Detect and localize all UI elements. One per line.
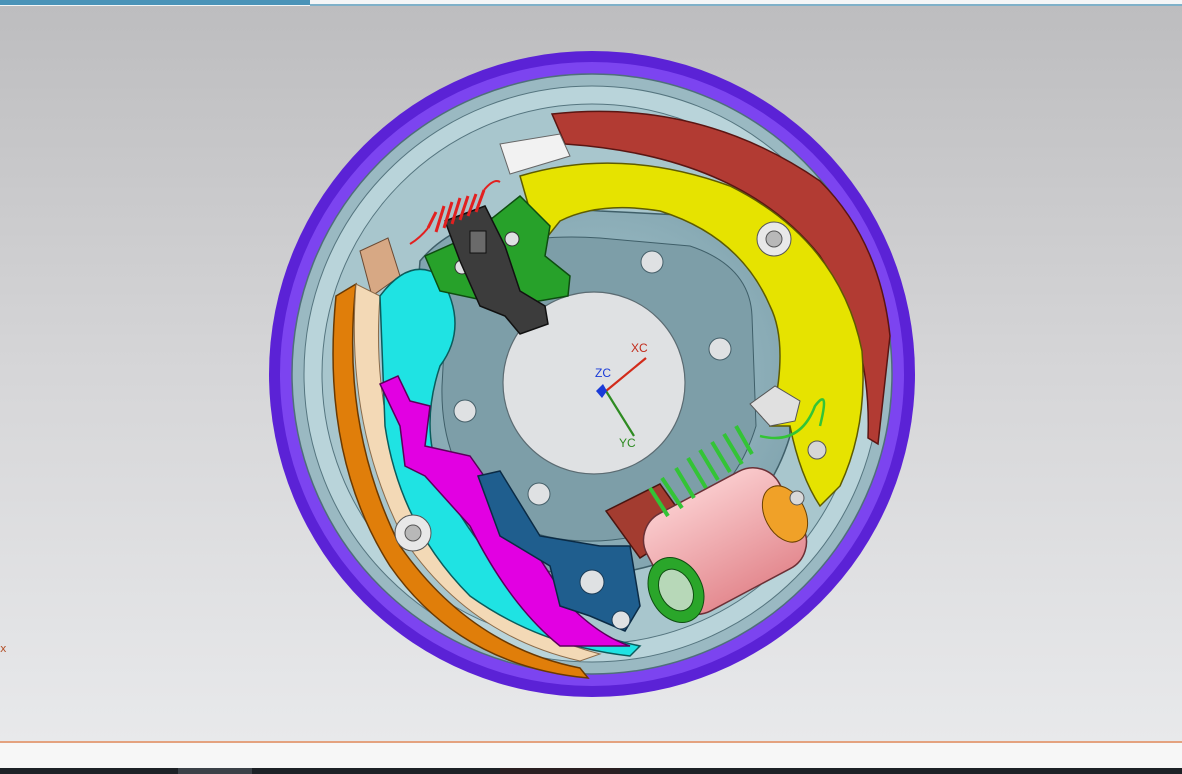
edge-marker: x: [0, 642, 7, 655]
taskbar: [0, 768, 1182, 774]
taskbar-item[interactable]: [500, 768, 620, 774]
triad-label-x: XC: [631, 341, 648, 355]
active-document-tab[interactable]: [0, 0, 310, 5]
triad-label-y: YC: [619, 436, 636, 450]
brake-assembly-model: XC YC ZC: [269, 51, 915, 697]
triad-label-z: ZC: [595, 366, 611, 380]
taskbar-item[interactable]: [178, 768, 252, 774]
status-bar: [0, 743, 1182, 768]
graphics-window[interactable]: XC YC ZC x: [0, 6, 1182, 741]
